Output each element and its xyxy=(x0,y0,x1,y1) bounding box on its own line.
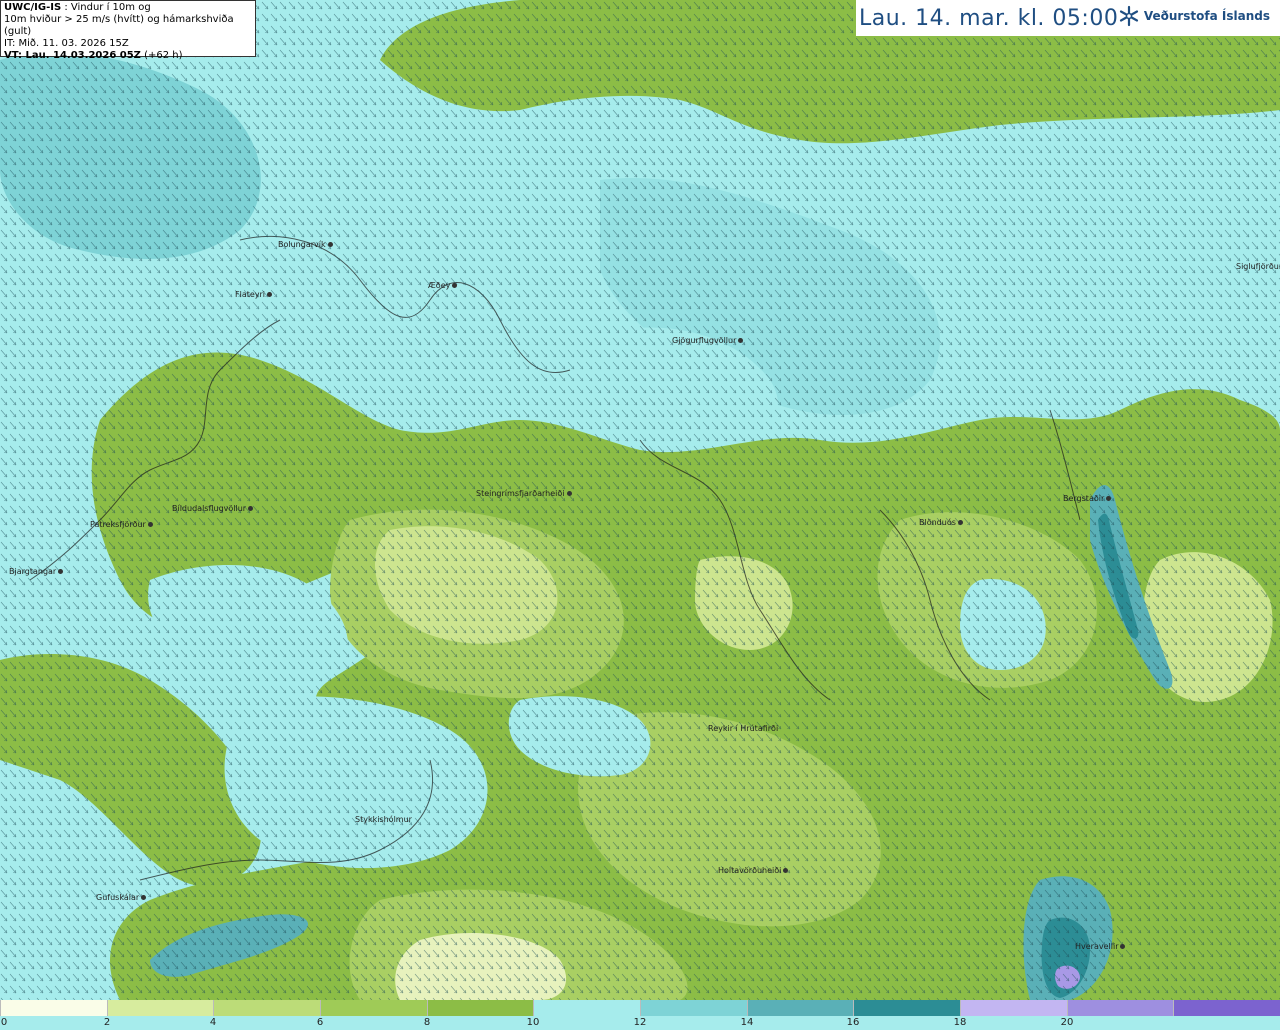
legend-tick-label: 8 xyxy=(423,1017,431,1028)
logo-text: Veðurstofa Íslands xyxy=(1143,9,1270,23)
place-reykir: Reykir í Hrútafirði xyxy=(708,724,779,733)
time-header: Lau. 14. mar. kl. 05:00 Veðurstofa Íslan… xyxy=(856,0,1280,36)
model-name: UWC/IG-IS xyxy=(4,2,62,13)
place-bolungarvik: Bolungarvík xyxy=(278,240,333,249)
valid-time-label: Lau. 14. mar. kl. 05:00 xyxy=(859,5,1119,31)
legend-tick-label: 14 xyxy=(740,1017,754,1028)
legend-swatch xyxy=(1173,1000,1280,1016)
place-blonduos: Blönduós xyxy=(919,518,963,527)
legend-swatch xyxy=(640,1000,747,1016)
place-gufuskalar: Gufuskálar xyxy=(96,893,147,902)
snowflake-logo-icon xyxy=(1119,5,1138,27)
init-time: IT: Mið. 11. 03. 2026 15Z xyxy=(4,38,129,49)
legend-tick-label: 18 xyxy=(953,1017,967,1028)
place-bildudalsflugvollur: Bíldudalsflugvöllur xyxy=(172,504,254,513)
legend-tick-label: 10 xyxy=(526,1017,540,1028)
place-aedey: Æðey xyxy=(428,281,458,290)
info-desc1: : Vindur í 10m og xyxy=(61,2,151,13)
place-gjogurflugvollur: Gjögurflugvöllur xyxy=(672,336,744,345)
place-steingrimsfjardarheidi: Steingrímsfjarðarheiði xyxy=(476,489,572,498)
lead-time: (+62 h) xyxy=(144,50,183,61)
place-bergstadir: Bergstaðir xyxy=(1063,494,1112,503)
legend-swatch xyxy=(853,1000,961,1016)
legend-tick-label: 4 xyxy=(209,1017,217,1028)
info-line-1: UWC/IG-IS : Vindur í 10m og xyxy=(4,2,252,14)
forecast-info-box: UWC/IG-IS : Vindur í 10m og 10m hviður >… xyxy=(0,0,256,61)
place-siglufjordur: Siglufjörður xyxy=(1236,262,1280,271)
place-bjargtangar: Bjargtangar xyxy=(9,567,64,576)
valid-time: VT: Lau. 14.03.2026 05Z xyxy=(4,50,141,61)
vedurstofa-logo: Veðurstofa Íslands xyxy=(1118,5,1270,27)
info-desc2: 10m hviður > 25 m/s (hvítt) og hámarkshv… xyxy=(4,14,234,37)
legend-tick-label: 2 xyxy=(103,1017,111,1028)
legend-color-bar xyxy=(0,1000,1280,1016)
place-holtavorduheidi: Holtavörðuheiði xyxy=(718,866,789,875)
legend-swatch xyxy=(1066,1000,1174,1016)
info-line-4: VT: Lau. 14.03.2026 05Z (+62 h) xyxy=(4,50,252,62)
legend-swatch xyxy=(320,1000,427,1016)
place-hveravellir: Hveravellir xyxy=(1075,942,1126,951)
legend-tick-label: 0 xyxy=(0,1017,8,1028)
legend-swatch xyxy=(106,1000,214,1016)
legend-swatch xyxy=(960,1000,1067,1016)
legend-swatch xyxy=(746,1000,854,1016)
place-patreksfjordur: Patreksfjörður xyxy=(90,520,153,529)
place-flateyri: Flateyri xyxy=(235,290,273,299)
legend-swatch xyxy=(213,1000,321,1016)
color-legend: 0 2 4 6 8 10 12 14 16 18 20 xyxy=(0,1000,1280,1030)
legend-tick-label: 16 xyxy=(846,1017,860,1028)
legend-tick-label: 6 xyxy=(316,1017,324,1028)
place-stykkisholmur: Stykkishólmur xyxy=(355,815,412,824)
legend-tick-label: 12 xyxy=(633,1017,647,1028)
legend-swatch xyxy=(533,1000,641,1016)
legend-tick-label: 20 xyxy=(1060,1017,1074,1028)
legend-swatch xyxy=(426,1000,534,1016)
legend-swatch xyxy=(0,1000,107,1016)
